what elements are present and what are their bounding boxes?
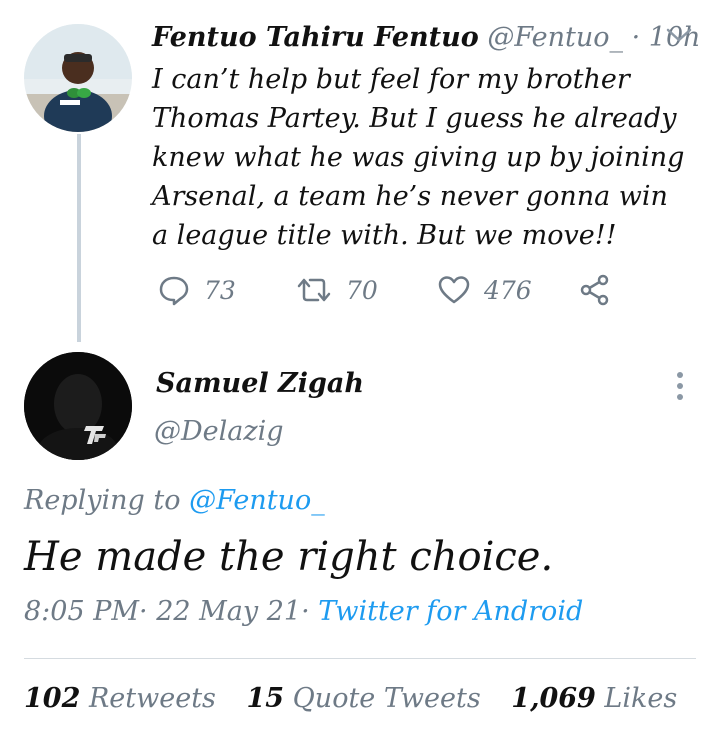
retweets-stat[interactable]: 102 Retweets (24, 683, 238, 714)
user-handle[interactable]: @Fentuo_ (487, 22, 623, 53)
separator: · (139, 596, 148, 627)
likes-stat[interactable]: 1,069 Likes (511, 683, 699, 714)
likes-label: Likes (604, 683, 678, 714)
share-button[interactable] (580, 270, 624, 310)
divider (24, 658, 696, 659)
tweet-source-link[interactable]: Twitter for Android (318, 596, 583, 627)
reply-button[interactable]: 73 (158, 270, 236, 310)
tweet-date: 22 May 21 (156, 596, 302, 627)
replying-to-handle-link[interactable]: @Fentuo_ (189, 485, 325, 516)
retweets-count: 102 (24, 683, 81, 714)
reply-count: 73 (204, 275, 236, 305)
like-icon (438, 276, 470, 304)
replying-to: Replying to @Fentuo_ (24, 485, 325, 516)
tweet-header: Fentuo Tahiru Fentuo @Fentuo_ · 10h (152, 22, 701, 53)
tweet-time: 8:05 PM (24, 596, 140, 627)
chevron-down-icon[interactable] (664, 24, 694, 46)
likes-count: 1,069 (511, 683, 596, 714)
like-count: 476 (484, 275, 532, 305)
separator: · (301, 596, 310, 627)
tweet-text: I can’t help but feel for my brother Tho… (152, 64, 685, 251)
retweet-icon (297, 278, 331, 302)
more-vertical-icon[interactable] (670, 370, 690, 402)
quote-tweets-count: 15 (246, 683, 285, 714)
display-name[interactable]: Fentuo Tahiru Fentuo (152, 22, 479, 53)
tweet-text: He made the right choice. (24, 534, 554, 580)
thread-connector-line (77, 134, 81, 342)
replying-to-label: Replying to (24, 485, 181, 516)
retweet-button[interactable]: 70 (296, 270, 378, 310)
quote-tweets-stat[interactable]: 15 Quote Tweets (247, 683, 503, 714)
retweets-label: Retweets (88, 683, 216, 714)
reply-icon (159, 276, 189, 306)
user-handle[interactable]: @Delazig (154, 416, 284, 447)
display-name[interactable]: Samuel Zigah (156, 368, 364, 399)
like-button[interactable]: 476 (438, 270, 532, 310)
tweet-metadata: 8:05 PM· 22 May 21· Twitter for Android (24, 596, 583, 627)
avatar[interactable] (24, 352, 132, 460)
separator: · (631, 22, 641, 53)
engagement-stats: 102 Retweets 15 Quote Tweets 1,069 Likes (24, 683, 699, 714)
share-icon (580, 274, 609, 306)
quote-tweets-label: Quote Tweets (292, 683, 481, 714)
retweet-count: 70 (346, 275, 378, 305)
avatar[interactable] (24, 24, 132, 132)
